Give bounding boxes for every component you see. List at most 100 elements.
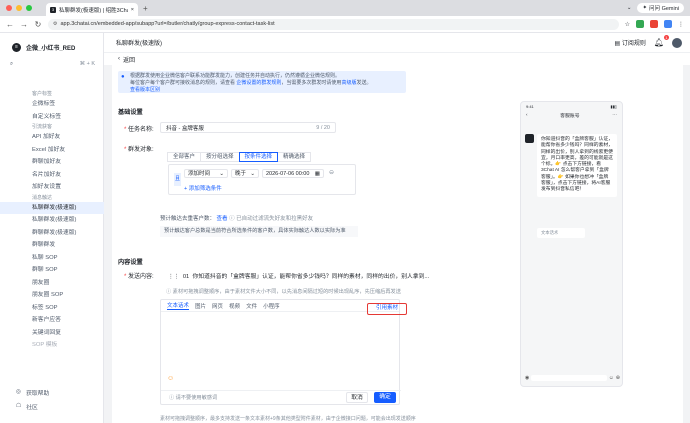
sidebar-item[interactable]: 朋友圈 [0,277,104,290]
url-field[interactable]: ⚙ app.3chatai.cn/embedded-app/subapp?url… [48,18,619,30]
forward-icon[interactable]: → [20,20,28,29]
sidebar-item[interactable]: 群聊群发 [0,239,104,252]
main-area: 私聊群发(极速版) ▤ 订阅规则 🔔︎ 1 ‹ 返回 ● 根据群发使用企业微信客… [104,33,690,423]
confirm-button[interactable]: 确定 [374,392,396,403]
sidebar-item[interactable]: 加好友设置 [0,181,104,194]
search-shortcut: ⌘ + K [79,61,95,67]
segment-option[interactable]: 精确选择 [277,152,312,162]
sidebar-item[interactable]: 标签 SOP [0,302,104,315]
content-section-title: 内容设置 [118,259,143,266]
account-name: 企微_小红书_RED [26,46,76,52]
account-switcher[interactable]: ≡ 企微_小红书_RED [0,33,103,52]
extension-icon[interactable] [664,20,672,28]
gemini-button[interactable]: ✦ 问问 Gemini [637,3,684,13]
editor-tab[interactable]: 视频 [229,302,240,310]
send-content-label: * 发送内容: [124,274,154,280]
condition-date-picker[interactable]: 2026-07-06 00:00 ▦ [262,169,324,178]
sidebar-item[interactable]: SOP 模板 [0,339,104,352]
minimize-window-button[interactable] [16,5,22,11]
address-bar: ← → ↻ ⚙ app.3chatai.cn/embedded-app/suba… [0,16,690,33]
segment-option[interactable]: 按分组选择 [200,152,240,162]
segment-option[interactable]: 全部客户 [167,152,202,162]
condition-field-select[interactable]: 添加时间 ⌄ [184,169,228,178]
advanced-link[interactable]: 高级版 [341,80,356,86]
sidebar-group-title: 消息触达 [32,194,53,201]
sidebar: ≡ 企微_小红书_RED ⌕ ⌘ + K 客户标签 企微标签 自定义标签 引流获客 AP… [0,33,104,423]
community-link[interactable]: ☖ 社区 [0,399,104,413]
condition-operator-select[interactable]: 晚于 ⌄ [231,169,259,178]
chevron-down-icon[interactable]: ⌄ [627,5,632,11]
help-link[interactable]: ◎ 获取帮助 [0,385,104,399]
close-window-button[interactable] [6,5,12,11]
menu-icon[interactable]: ⋮ [678,21,684,28]
segment-option[interactable]: 按条件选择 [238,152,279,162]
account-logo-icon: ≡ [12,43,21,52]
topbar-actions: ▤ 订阅规则 🔔︎ 1 [614,35,682,48]
search-icon: ⌕ [10,60,14,67]
back-bar[interactable]: ‹ 返回 [104,53,690,65]
extension-icon[interactable] [650,20,658,28]
site-info-icon[interactable]: ⚙ [53,21,57,27]
group-rule-link[interactable]: 企微设置的群发规则 [236,80,281,86]
target-label: * 群发对象: [124,147,154,153]
add-condition-button[interactable]: + 添加筛选条件 [184,184,222,192]
sidebar-item[interactable]: 私聊群发(极速版) [0,201,104,214]
subscribe-button[interactable]: ▤ 订阅规则 [614,38,645,47]
sidebar-item[interactable]: 企微标签 [0,98,104,111]
notification-badge: 1 [663,35,669,40]
sidebar-item[interactable]: 自定义标签 [0,111,104,124]
browser-tabbar: 3 私聊群发(极速版) | 绍胜3Chat... × + ⌄ ✦ 问问 Gemi… [0,0,690,16]
phone-title: 客服账号 [560,114,580,119]
back-icon[interactable]: ← [6,20,14,29]
extensions: ☆ ⋮ [625,20,684,28]
more-icon: ··· [612,113,617,118]
sidebar-item[interactable]: 群聊加好友 [0,156,104,169]
sidebar-item[interactable]: 朋友圈 SOP [0,289,104,302]
editor-tabs: 文本话术 图片 网页 视频 文件 小程序 [161,300,399,312]
editor-tab[interactable]: 文件 [246,302,257,310]
new-tab-button[interactable]: + [143,4,148,13]
message-row: 你知道抖音的「盒牌客服」认证，能帮你省多少钱吗？同样的素材，同样的出价，别人拿到… [525,134,617,197]
avatar[interactable] [672,37,682,48]
char-count: 9 / 20 [316,124,330,131]
back-label: 返回 [123,57,136,64]
maximize-window-button[interactable] [26,5,32,11]
info-icon: ⓘ [169,395,175,401]
sidebar-item[interactable]: API 加好友 [0,131,104,144]
view-reach-link[interactable]: 查看 [217,216,228,222]
sidebar-item[interactable]: 群聊 SOP [0,264,104,277]
quote-material-button[interactable]: 引用素材 [367,303,407,315]
sidebar-item[interactable]: 新客户应答 [0,314,104,327]
emoji-icon[interactable]: ☺ [167,375,174,382]
close-tab-icon[interactable]: × [131,7,134,13]
sidebar-item[interactable]: 名片加好友 [0,169,104,182]
message-bubble: 文本话术 [537,228,585,238]
editor-hint: 请不要使用敏感词 [175,395,218,401]
reload-icon[interactable]: ↻ [34,20,42,29]
editor-tab[interactable]: 图片 [195,302,206,310]
version-diff-link[interactable]: 查看版本区别 [130,87,160,93]
browser-tab[interactable]: 3 私聊群发(极速版) | 绍胜3Chat... × [46,3,138,16]
sidebar-item[interactable]: 群聊群发(极速版) [0,227,104,240]
star-icon[interactable]: ☆ [625,21,630,28]
editor-tab[interactable]: 网页 [212,302,223,310]
emoji-icon: ☺ [608,375,614,381]
extension-icon[interactable] [636,20,644,28]
drag-handle-icon[interactable]: ⋮⋮ [168,274,180,280]
sidebar-item[interactable]: 关键词回复 [0,327,104,340]
editor-tab[interactable]: 小程序 [263,302,280,310]
content-item[interactable]: ⋮⋮ 01 你知道抖音的「盒牌客服」认证，能帮你省多少钱吗？同样的素材，同样的出… [168,271,429,280]
cancel-button[interactable]: 取消 [346,392,368,403]
editor-tab[interactable]: 文本话术 [167,301,190,310]
delete-condition-icon[interactable]: ⊖ [329,169,334,176]
notice-line2: 每位客户每个客户群可接收消息的规则，请查看 企微设置的群发规则，当需要多次群发时… [130,80,400,87]
sidebar-item[interactable]: 私聊 SOP [0,252,104,265]
condition-box: 且 添加时间 ⌄ 晚于 ⌄ 2026-07-06 00:00 ▦ ⊖ + 添加筛选条件 [168,164,356,195]
task-name-input[interactable]: 抖音 - 盒牌客服 9 / 20 [160,122,336,133]
sidebar-item[interactable]: Excel 加好友 [0,144,104,157]
sidebar-search[interactable]: ⌕ ⌘ + K [10,59,95,69]
notice-text: 每位客户每个客户群可接收消息的规则，请查看 [130,80,237,86]
sidebar-item[interactable]: 私聊群发(极速版) [0,214,104,227]
notification-button[interactable]: 🔔︎ 1 [654,35,669,47]
battery-icon: ▮▮▯ [610,104,617,109]
